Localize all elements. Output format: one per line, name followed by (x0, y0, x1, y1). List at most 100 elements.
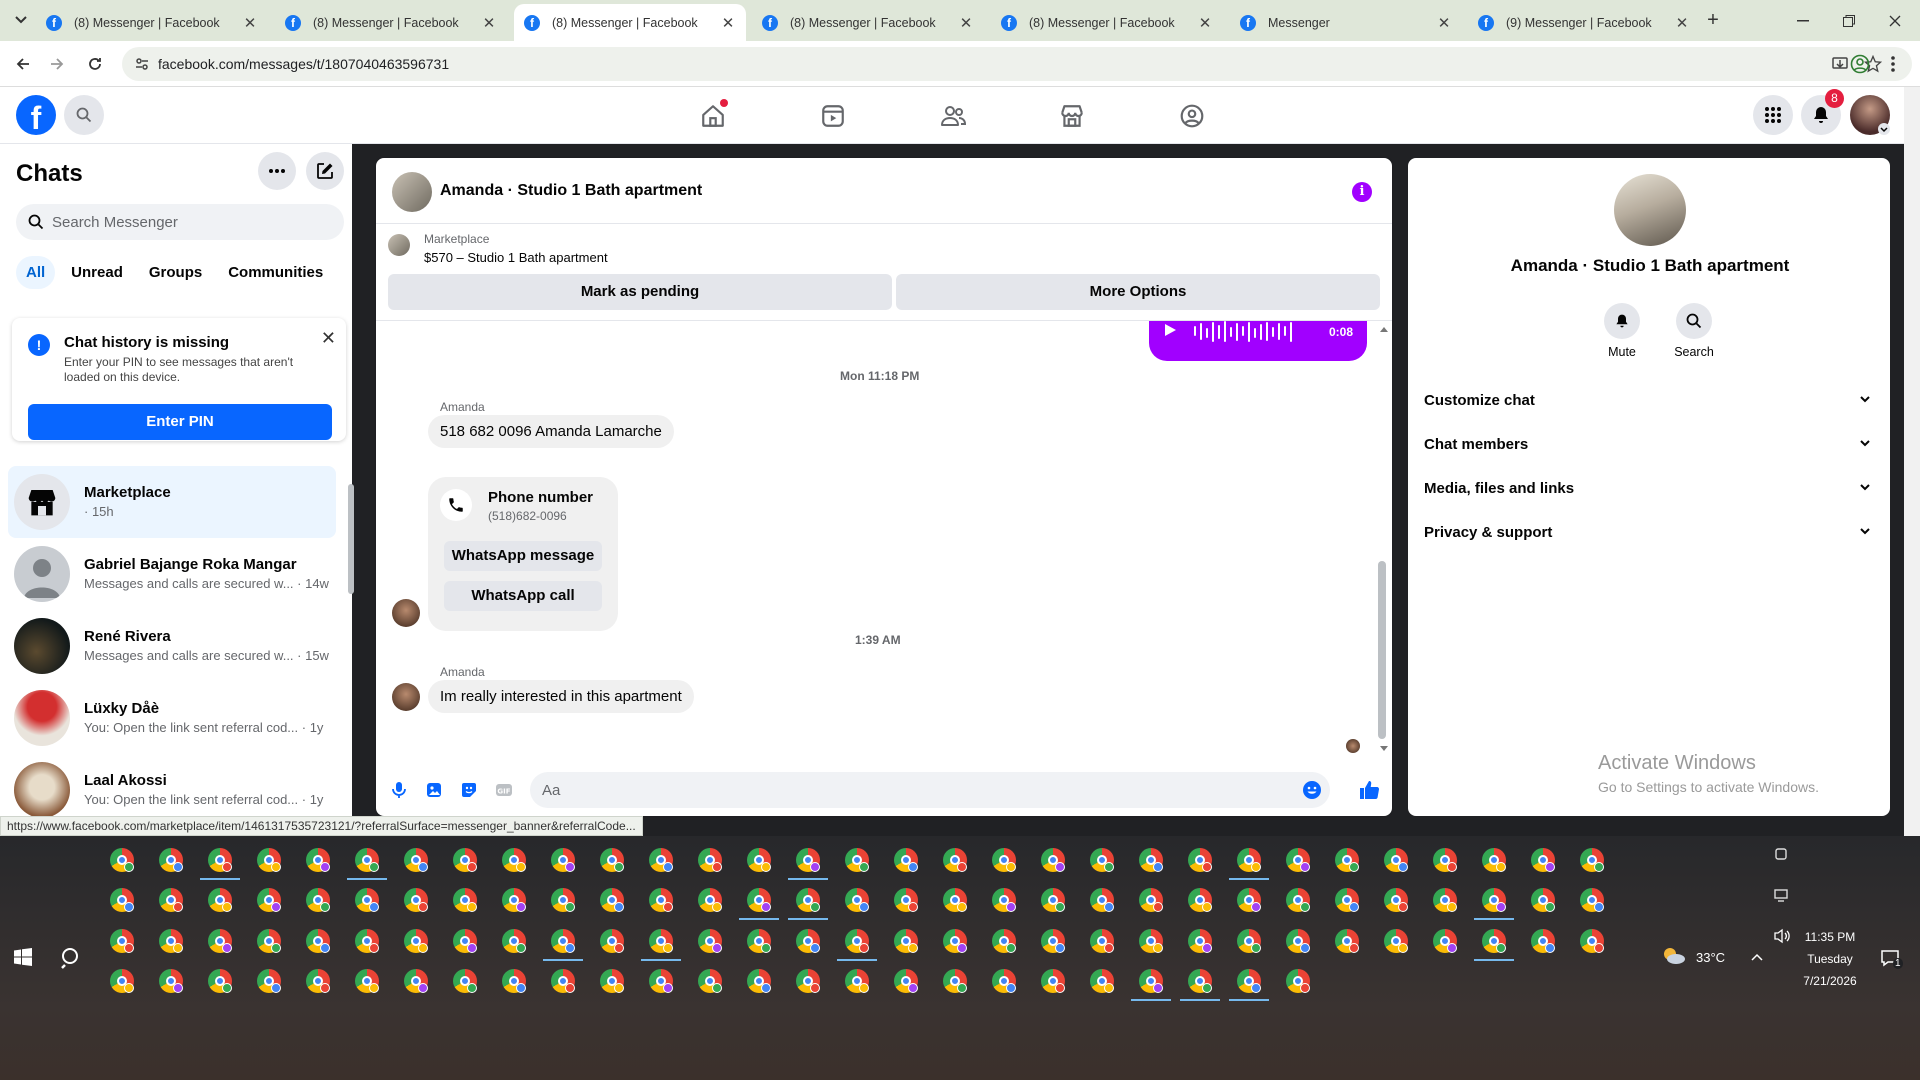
browser-tab[interactable]: f (8) Messenger | Facebook ✕ (991, 4, 1223, 41)
chrome-profile-taskbar-icon[interactable] (1188, 888, 1212, 912)
chrome-profile-taskbar-icon[interactable] (257, 888, 281, 912)
mark-as-pending-button[interactable]: Mark as pending (388, 274, 892, 310)
friends-nav-icon[interactable] (938, 101, 968, 131)
chrome-profile-taskbar-icon[interactable] (1139, 848, 1163, 872)
chrome-profile-taskbar-icon[interactable] (698, 888, 722, 912)
chrome-profile-taskbar-icon[interactable] (306, 929, 330, 953)
browser-tab[interactable]: f (8) Messenger | Facebook ✕ (275, 4, 507, 41)
chats-options-button[interactable] (258, 152, 296, 190)
chrome-profile-taskbar-icon[interactable] (600, 888, 624, 912)
chat-members-row[interactable]: Chat members (1424, 422, 1872, 466)
volume-icon[interactable] (1773, 928, 1791, 944)
chrome-profile-taskbar-icon[interactable] (747, 848, 771, 872)
chrome-profile-taskbar-icon[interactable] (747, 969, 771, 993)
chrome-profile-taskbar-icon[interactable] (1188, 929, 1212, 953)
chrome-profile-taskbar-icon[interactable] (1531, 848, 1555, 872)
chrome-profile-taskbar-icon[interactable] (453, 929, 477, 953)
windows-start-icon[interactable] (14, 948, 32, 966)
chrome-profile-taskbar-icon[interactable] (600, 929, 624, 953)
chrome-profile-taskbar-icon[interactable] (453, 969, 477, 993)
conversation-info-icon[interactable]: i (1352, 182, 1372, 202)
chrome-profile-taskbar-icon[interactable] (502, 888, 526, 912)
chrome-profile-taskbar-icon[interactable] (992, 969, 1016, 993)
chrome-profile-taskbar-icon[interactable] (747, 929, 771, 953)
search-action[interactable]: Search (1664, 303, 1724, 359)
chrome-profile-taskbar-icon[interactable] (1433, 888, 1457, 912)
restore-button[interactable] (1826, 0, 1872, 41)
chrome-profile-taskbar-icon[interactable] (453, 888, 477, 912)
chrome-profile-taskbar-icon[interactable] (208, 888, 232, 912)
chrome-profile-taskbar-icon[interactable] (1286, 929, 1310, 953)
close-window-button[interactable] (1872, 0, 1918, 41)
filter-unread[interactable]: Unread (61, 256, 133, 289)
media-files-links-row[interactable]: Media, files and links (1424, 466, 1872, 510)
chrome-profile-taskbar-icon[interactable] (943, 848, 967, 872)
chrome-profile-taskbar-icon[interactable] (796, 969, 820, 993)
message-input[interactable]: Aa (530, 772, 1330, 808)
chrome-profile-taskbar-icon[interactable] (943, 929, 967, 953)
enter-pin-button[interactable]: Enter PIN (28, 404, 332, 440)
close-tab-icon[interactable]: ✕ (1674, 14, 1690, 32)
chrome-profile-taskbar-icon[interactable] (943, 888, 967, 912)
chat-item[interactable]: Gabriel Bajange Roka Mangar Messages and… (8, 538, 336, 610)
chrome-profile-taskbar-icon[interactable] (404, 929, 428, 953)
tray-network-icon[interactable] (1773, 887, 1789, 903)
chrome-profile-taskbar-icon[interactable] (208, 929, 232, 953)
chevron-up-icon[interactable] (1750, 952, 1764, 962)
conversation-avatar[interactable] (392, 172, 432, 212)
thread-scrollbar[interactable] (1378, 561, 1386, 739)
customize-chat-row[interactable]: Customize chat (1424, 378, 1872, 422)
taskbar-search-icon[interactable] (60, 946, 84, 970)
url-field[interactable]: facebook.com/messages/t/1807040463596731 (122, 47, 1912, 81)
chrome-profile-taskbar-icon[interactable] (1580, 888, 1604, 912)
chrome-profile-taskbar-icon[interactable] (1139, 888, 1163, 912)
chrome-profile-taskbar-icon[interactable] (845, 888, 869, 912)
menu-grid-button[interactable] (1753, 95, 1793, 135)
chrome-profile-taskbar-icon[interactable] (845, 929, 869, 953)
clock-time[interactable]: 11:35 PM (1800, 930, 1860, 944)
chrome-profile-taskbar-icon[interactable] (992, 888, 1016, 912)
chrome-profile-taskbar-icon[interactable] (1286, 848, 1310, 872)
browser-tab[interactable]: f (9) Messenger | Facebook ✕ (1468, 4, 1700, 41)
page-scrollbar[interactable] (1904, 87, 1920, 836)
chrome-profile-taskbar-icon[interactable] (257, 929, 281, 953)
browser-tab[interactable]: f (8) Messenger | Facebook ✕ (514, 4, 746, 41)
details-avatar[interactable] (1614, 174, 1686, 246)
chrome-profile-taskbar-icon[interactable] (1433, 848, 1457, 872)
tray-device-icon[interactable] (1773, 846, 1789, 862)
conversation-title[interactable]: Amanda · Studio 1 Bath apartment (440, 182, 702, 200)
chrome-profile-taskbar-icon[interactable] (698, 929, 722, 953)
minimize-button[interactable] (1780, 0, 1826, 41)
chrome-profile-taskbar-icon[interactable] (1531, 929, 1555, 953)
chrome-profile-taskbar-icon[interactable] (551, 888, 575, 912)
chrome-profile-taskbar-icon[interactable] (1384, 848, 1408, 872)
chrome-profile-taskbar-icon[interactable] (796, 929, 820, 953)
chrome-profile-taskbar-icon[interactable] (404, 848, 428, 872)
chrome-profile-taskbar-icon[interactable] (1090, 929, 1114, 953)
voice-message-bubble[interactable]: 0:08 (1149, 321, 1367, 361)
search-messenger-field[interactable]: Search Messenger (16, 204, 344, 240)
microphone-icon[interactable] (389, 780, 409, 800)
chrome-profile-taskbar-icon[interactable] (159, 969, 183, 993)
chrome-profile-taskbar-icon[interactable] (1580, 929, 1604, 953)
chrome-profile-taskbar-icon[interactable] (600, 969, 624, 993)
chrome-profile-taskbar-icon[interactable] (1335, 848, 1359, 872)
chrome-profile-taskbar-icon[interactable] (551, 848, 575, 872)
chrome-profile-taskbar-icon[interactable] (306, 848, 330, 872)
temperature[interactable]: 33°C (1696, 950, 1725, 965)
chrome-profile-taskbar-icon[interactable] (1531, 888, 1555, 912)
chat-item[interactable]: René Rivera Messages and calls are secur… (8, 610, 336, 682)
chrome-profile-taskbar-icon[interactable] (894, 929, 918, 953)
site-info-icon[interactable] (134, 56, 150, 72)
clock-date[interactable]: 7/21/2026 (1795, 974, 1865, 988)
chrome-profile-taskbar-icon[interactable] (1384, 888, 1408, 912)
browser-tab[interactable]: f (8) Messenger | Facebook ✕ (36, 4, 268, 41)
chrome-profile-taskbar-icon[interactable] (110, 848, 134, 872)
thumbs-up-icon[interactable] (1358, 779, 1380, 801)
close-tab-icon[interactable]: ✕ (720, 14, 736, 32)
chrome-profile-taskbar-icon[interactable] (845, 848, 869, 872)
chrome-profile-taskbar-icon[interactable] (551, 969, 575, 993)
chrome-profile-taskbar-icon[interactable] (257, 848, 281, 872)
video-nav-icon[interactable] (818, 101, 848, 131)
chrome-profile-taskbar-icon[interactable] (306, 969, 330, 993)
